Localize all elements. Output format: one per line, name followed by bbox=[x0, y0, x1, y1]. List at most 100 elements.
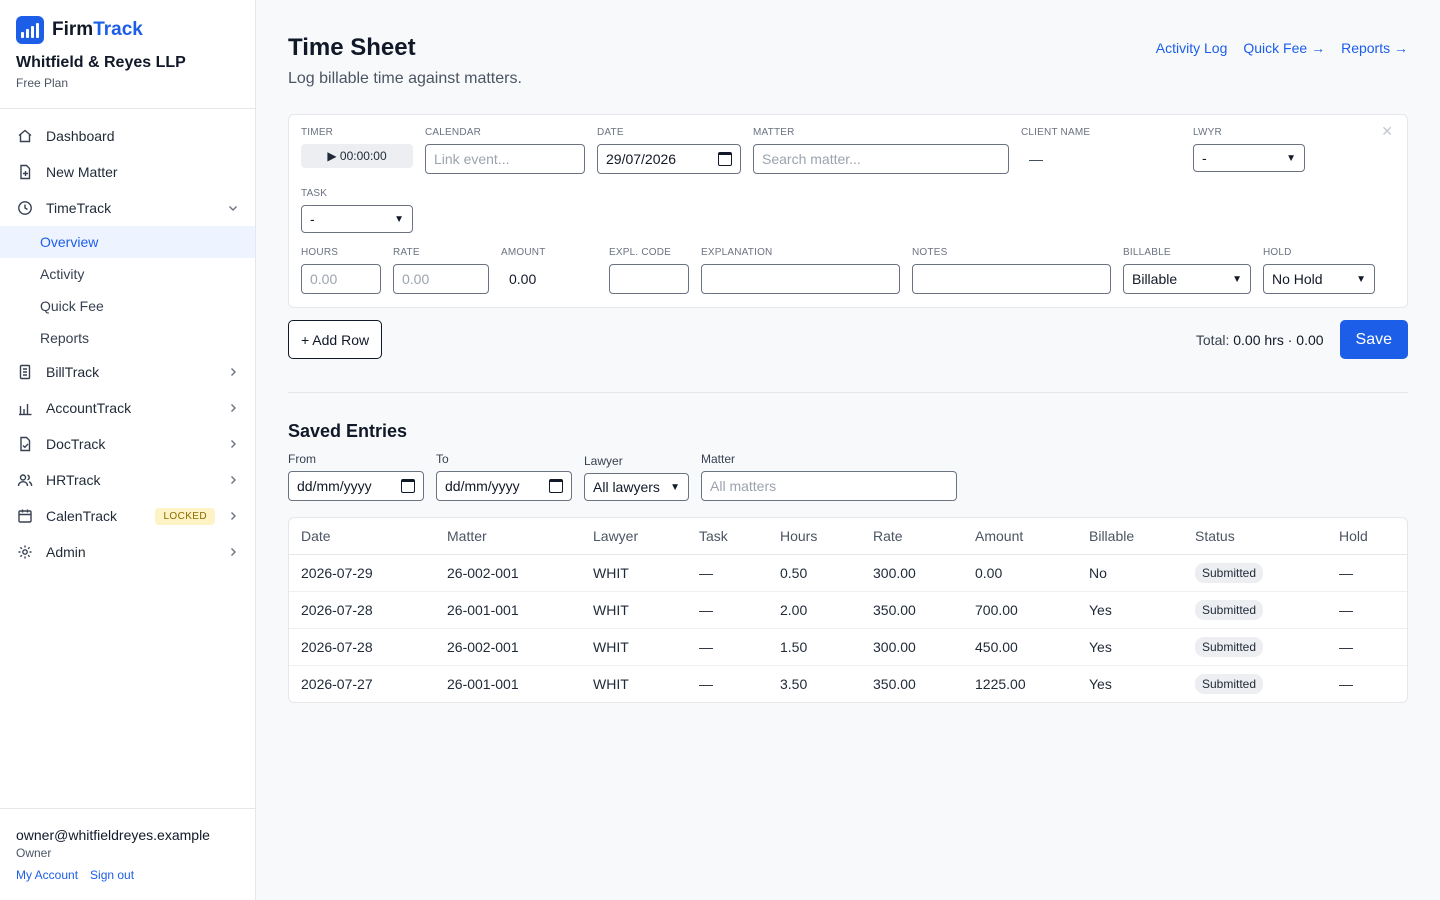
cell-amount: 0.00 bbox=[963, 554, 1077, 592]
cell-hold: — bbox=[1339, 675, 1353, 692]
chevron-right-icon bbox=[227, 438, 239, 450]
billable-select[interactable]: Billable ▼ bbox=[1123, 264, 1251, 294]
sidebar-subitem-overview[interactable]: Overview bbox=[0, 226, 255, 258]
calendar-input[interactable]: Link event... bbox=[425, 144, 585, 174]
column-header[interactable]: Amount bbox=[963, 518, 1077, 555]
lawyer-filter-value: All lawyers bbox=[593, 479, 660, 495]
sidebar-item-label: New Matter bbox=[46, 164, 118, 180]
chevron-down-icon: ▼ bbox=[1232, 273, 1242, 285]
column-header[interactable]: Billable bbox=[1077, 518, 1183, 555]
cell-matter: 26-002-001 bbox=[435, 628, 581, 666]
quick-fee-link[interactable]: Quick Fee → bbox=[1243, 40, 1325, 56]
reports-link[interactable]: Reports → bbox=[1341, 40, 1408, 56]
matter-label: MATTER bbox=[753, 127, 795, 138]
to-date-input[interactable]: dd/mm/yyyy bbox=[436, 471, 572, 501]
notes-label: NOTES bbox=[912, 247, 948, 258]
cell-hours: 2.00 bbox=[768, 591, 861, 629]
from-date-input[interactable]: dd/mm/yyyy bbox=[288, 471, 424, 501]
task-select[interactable]: - ▼ bbox=[301, 205, 413, 233]
clock-icon bbox=[16, 199, 34, 217]
cell-lawyer: WHIT bbox=[581, 628, 687, 666]
timer-button[interactable]: ▶ 00:00:00 bbox=[301, 144, 413, 168]
column-header[interactable]: Hold bbox=[1327, 518, 1407, 555]
to-date-value: dd/mm/yyyy bbox=[445, 478, 520, 494]
cell-lawyer: WHIT bbox=[581, 591, 687, 629]
cell-date: 2026-07-28 bbox=[289, 591, 435, 629]
expl-code-input[interactable] bbox=[609, 264, 689, 294]
add-row-button[interactable]: + Add Row bbox=[288, 320, 383, 359]
column-header[interactable]: Date bbox=[289, 518, 435, 555]
gear-icon bbox=[16, 543, 34, 561]
matter-filter-input[interactable]: All matters bbox=[701, 471, 957, 501]
locked-badge: LOCKED bbox=[155, 507, 215, 525]
lawyer-select[interactable]: - ▼ bbox=[1193, 144, 1305, 172]
sidebar-item-label: DocTrack bbox=[46, 436, 106, 452]
column-header[interactable]: Rate bbox=[861, 518, 963, 555]
total-summary: Total: 0.00 hrs · 0.00 bbox=[1196, 332, 1324, 348]
calendar-picker-icon[interactable] bbox=[401, 479, 415, 493]
my-account-link[interactable]: My Account bbox=[16, 868, 78, 882]
lawyer-label: LWYR bbox=[1193, 127, 1222, 138]
column-header[interactable]: Hours bbox=[768, 518, 861, 555]
sign-out-link[interactable]: Sign out bbox=[90, 868, 134, 882]
calendar-label: CALENDAR bbox=[425, 127, 482, 138]
amount-label: AMOUNT bbox=[501, 247, 546, 258]
date-input[interactable]: 29/07/2026 bbox=[597, 144, 741, 174]
hours-label: HOURS bbox=[301, 247, 339, 258]
sidebar-item-label: BillTrack bbox=[46, 364, 100, 380]
lawyer-filter-label: Lawyer bbox=[584, 454, 623, 468]
main-content: Time Sheet Log billable time against mat… bbox=[256, 0, 1440, 900]
explanation-label: EXPLANATION bbox=[701, 247, 773, 258]
cell-lawyer: WHIT bbox=[581, 554, 687, 592]
activity-log-link[interactable]: Activity Log bbox=[1156, 40, 1228, 56]
status-badge: Submitted bbox=[1195, 636, 1264, 657]
hold-select[interactable]: No Hold ▼ bbox=[1263, 264, 1375, 294]
column-header[interactable]: Lawyer bbox=[581, 518, 687, 555]
matter-search-input[interactable]: Search matter... bbox=[753, 144, 1009, 174]
table-row[interactable]: 2026-07-27 26-001-001 WHIT — 3.50 350.00… bbox=[289, 665, 1407, 702]
sidebar-item-new-matter[interactable]: New Matter bbox=[0, 154, 255, 190]
firm-name: Whitfield & Reyes LLP bbox=[16, 54, 186, 71]
sidebar-item-timetrack[interactable]: TimeTrack bbox=[0, 190, 255, 226]
lawyer-filter-select[interactable]: All lawyers ▼ bbox=[584, 473, 689, 501]
table-row[interactable]: 2026-07-28 26-002-001 WHIT — 1.50 300.00… bbox=[289, 628, 1407, 666]
sidebar-item-admin[interactable]: Admin bbox=[0, 534, 255, 570]
plan-label: Free Plan bbox=[16, 76, 69, 90]
cell-hold: — bbox=[1327, 591, 1407, 629]
file-check-icon bbox=[16, 435, 34, 453]
sidebar-item-calentrack[interactable]: CalenTrack LOCKED bbox=[0, 498, 255, 534]
cell-rate: 300.00 bbox=[861, 554, 963, 592]
sidebar-item-label: HRTrack bbox=[46, 472, 101, 488]
rate-input[interactable]: 0.00 bbox=[393, 264, 489, 294]
save-button[interactable]: Save bbox=[1339, 320, 1408, 359]
cell-amount: 450.00 bbox=[963, 628, 1077, 666]
sidebar-subitem-reports[interactable]: Reports bbox=[0, 322, 255, 354]
sidebar-item-billtrack[interactable]: BillTrack bbox=[0, 354, 255, 390]
explanation-input[interactable] bbox=[701, 264, 900, 294]
close-icon[interactable]: ✕ bbox=[1381, 123, 1393, 140]
cell-billable: Yes bbox=[1077, 628, 1183, 666]
cell-billable: Yes bbox=[1077, 591, 1183, 629]
table-row[interactable]: 2026-07-29 26-002-001 WHIT — 0.50 300.00… bbox=[289, 554, 1407, 592]
chevron-right-icon bbox=[227, 366, 239, 378]
column-header[interactable]: Matter bbox=[435, 518, 581, 555]
sidebar-item-doctrack[interactable]: DocTrack bbox=[0, 426, 255, 462]
sidebar-item-hrtrack[interactable]: HRTrack bbox=[0, 462, 255, 498]
calendar-picker-icon[interactable] bbox=[549, 479, 563, 493]
cell-status: Submitted bbox=[1183, 591, 1327, 629]
sidebar: FirmTrack Whitfield & Reyes LLP Free Pla… bbox=[0, 0, 256, 900]
sidebar-subitem-activity[interactable]: Activity bbox=[0, 258, 255, 290]
notes-input[interactable] bbox=[912, 264, 1111, 294]
column-header[interactable]: Status bbox=[1183, 518, 1327, 555]
sidebar-subitem-quick-fee[interactable]: Quick Fee bbox=[0, 290, 255, 322]
logo[interactable]: FirmTrack bbox=[16, 16, 239, 44]
sidebar-item-accounttrack[interactable]: AccountTrack bbox=[0, 390, 255, 426]
task-select-value: - bbox=[310, 211, 315, 227]
sidebar-item-dashboard[interactable]: Dashboard bbox=[0, 118, 255, 154]
table-row[interactable]: 2026-07-28 26-001-001 WHIT — 2.00 350.00… bbox=[289, 591, 1407, 629]
expl-code-label: EXPL. CODE bbox=[609, 247, 672, 258]
column-header[interactable]: Task bbox=[687, 518, 768, 555]
hours-input[interactable]: 0.00 bbox=[301, 264, 381, 294]
hold-select-value: No Hold bbox=[1272, 271, 1323, 287]
calendar-picker-icon[interactable] bbox=[718, 152, 732, 166]
